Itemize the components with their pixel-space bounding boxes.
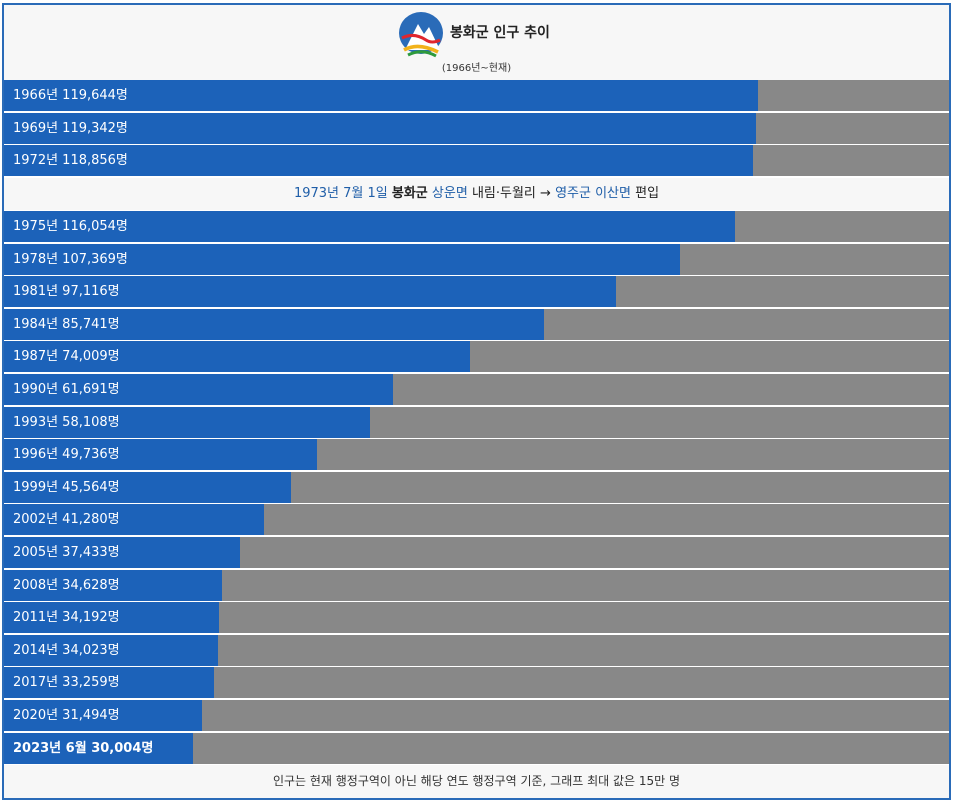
bar-row: 2011년 34,192명 (4, 602, 949, 634)
bar-row: 1987년 74,009명 (4, 341, 949, 373)
chart-footnote: 인구는 현재 행정구역이 아닌 해당 연도 행정구역 기준, 그래프 최대 값은… (4, 765, 949, 798)
bar-row: 2002년 41,280명 (4, 504, 949, 536)
bar-label: 1969년 119,342명 (13, 120, 128, 136)
bar-row: 2008년 34,628명 (4, 569, 949, 601)
bar-label: 1996년 49,736명 (13, 447, 120, 463)
bar-label: 2011년 34,192명 (13, 610, 120, 626)
note-county: 봉화군 (391, 186, 428, 201)
bar-row: 1981년 97,116명 (4, 276, 949, 308)
admin-change-note: 1973년 7월 1일 봉화군 상운면 내림·두월리 → 영주군 이산면 편입 (4, 178, 949, 210)
note-arrow: → (540, 186, 551, 201)
bar-label: 1993년 58,108명 (13, 414, 120, 430)
bar-row: 2005년 37,433명 (4, 537, 949, 568)
bar-label: 2023년 6월 30,004명 (13, 740, 154, 756)
bar-row: 1999년 45,564명 (4, 471, 949, 503)
bar-row: 1993년 58,108명 (4, 406, 949, 438)
bar-row: 1966년 119,644명 (4, 80, 949, 111)
note-action: 편입 (635, 186, 660, 201)
bar-label: 2008년 34,628명 (13, 577, 120, 593)
bar-row: 2014년 34,023명 (4, 634, 949, 666)
bar-label: 2014년 34,023명 (13, 642, 120, 658)
bar-row: 1990년 61,691명 (4, 374, 949, 405)
bonghwa-county-emblem-icon (399, 12, 443, 58)
bar-label: 1981년 97,116명 (13, 284, 120, 300)
bar-row: 1969년 119,342명 (4, 112, 949, 144)
chart-title: 봉화군 인구 추이 (450, 25, 550, 41)
bar-label: 1987년 74,009명 (13, 349, 120, 365)
bar-row: 2020년 31,494명 (4, 700, 949, 731)
bar-label: 2005년 37,433명 (13, 545, 120, 560)
chart-subtitle: (1966년~현재) (441, 63, 512, 74)
note-from-area-link[interactable]: 상운면 (432, 186, 468, 201)
chart-header: 봉화군 인구 추이 (1966년~현재) (4, 5, 949, 80)
bar-row: 2023년 6월 30,004명 (4, 732, 949, 764)
bar-row: 1984년 85,741명 (4, 308, 949, 340)
bar-label: 2002년 41,280명 (13, 512, 120, 528)
note-villages: 내림·두월리 (471, 186, 536, 201)
bar-label: 1990년 61,691명 (13, 382, 120, 397)
bar-label: 1975년 116,054명 (13, 219, 128, 234)
bar-label: 1999년 45,564명 (13, 479, 120, 495)
bar-row: 1972년 118,856명 (4, 145, 949, 177)
bar-label: 2020년 31,494명 (13, 708, 120, 723)
bar-row: 2017년 33,259명 (4, 667, 949, 699)
bar-label: 1984년 85,741명 (13, 316, 120, 332)
bar-row: 1975년 116,054명 (4, 211, 949, 242)
bar-row: 1996년 49,736명 (4, 439, 949, 471)
note-date-link[interactable]: 1973년 7월 1일 (294, 186, 388, 201)
bar-row: 1978년 107,369명 (4, 243, 949, 275)
population-chart-frame: 봉화군 인구 추이 (1966년~현재) 1966년 119,644명 1969년… (2, 3, 951, 800)
bar-label: 1972년 118,856명 (13, 153, 128, 169)
bar-label: 1978년 107,369명 (13, 251, 128, 267)
bar-label: 1966년 119,644명 (13, 88, 128, 103)
bar-label: 2017년 33,259명 (13, 675, 120, 691)
note-to-county-link[interactable]: 영주군 (555, 186, 591, 201)
note-to-area-link[interactable]: 이산면 (595, 186, 631, 201)
